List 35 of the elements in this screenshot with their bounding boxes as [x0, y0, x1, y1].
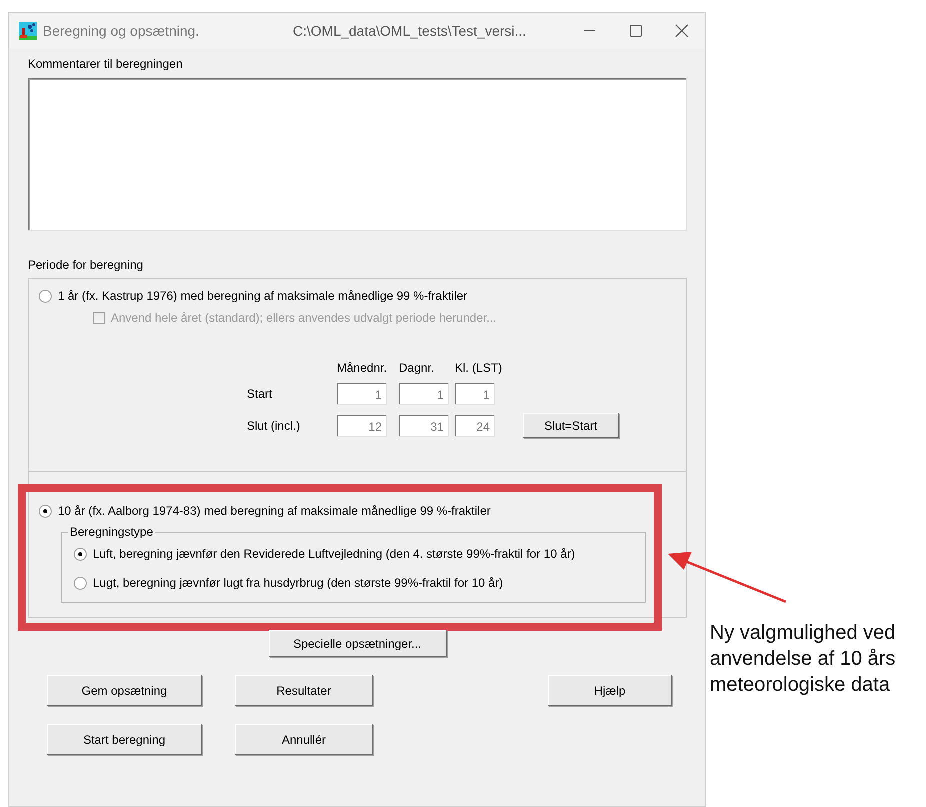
app-icon — [19, 22, 37, 40]
window-title: Beregning og opsætning. — [43, 23, 200, 39]
number-field[interactable]: 31 — [399, 414, 449, 436]
option-label: Lugt, beregning jævnfør lugt fra husdyrbrug (den største 99%-fraktil for 10 år) — [93, 576, 504, 590]
column-header: Dagnr. — [399, 361, 436, 375]
help-button[interactable]: Hjælp — [548, 675, 672, 706]
comments-field[interactable] — [28, 78, 687, 231]
column-header: Månednr. — [337, 361, 388, 375]
slut-start-button[interactable]: Slut=Start — [523, 413, 619, 438]
row-label: Slut (incl.) — [247, 418, 302, 432]
radio-button[interactable] — [74, 548, 87, 560]
radio-button[interactable] — [39, 290, 52, 302]
number-field[interactable]: 12 — [337, 414, 387, 436]
save-button[interactable]: Gem opsætning — [47, 675, 202, 706]
option-label: 1 år (fx. Kastrup 1976) med beregning af maksimale månedlige 99 %-fraktiler — [58, 289, 468, 303]
cancel-button[interactable]: Annullér — [235, 724, 373, 755]
number-field[interactable]: 1 — [399, 383, 449, 405]
row-label: Start — [247, 387, 274, 401]
start-button[interactable]: Start beregning — [47, 724, 202, 755]
number-field[interactable]: 1 — [455, 383, 495, 405]
group-label: Beregningstype — [68, 525, 156, 539]
checkbox-label: Anvend hele året (standard); ellers anvendes udvalgt periode herunder... — [111, 311, 497, 325]
radio-button[interactable] — [74, 576, 87, 590]
option-label: Luft, beregning jævnfør den Reviderede Luftvejledning (den 4. største 99%-fraktil for 10 år) — [93, 547, 576, 561]
number-field[interactable]: 1 — [337, 383, 387, 405]
file-path: C:\OML_data\OML_tests\Test_versi... — [293, 23, 528, 39]
number-field[interactable]: 24 — [455, 414, 495, 436]
annotation-text: Ny valgmulighed ved anvendelse af 10 års meteorologiske data — [710, 621, 897, 698]
option-label: 10 år (fx. Aalborg 1974-83) med beregning af maksimale månedlige 99 %-fraktiler — [58, 504, 491, 518]
results-button[interactable]: Resultater — [235, 675, 373, 706]
period-label: Periode for beregning — [28, 258, 144, 272]
comments-label: Kommentarer til beregningen — [28, 57, 184, 71]
column-header: Kl. (LST) — [455, 361, 504, 375]
special-settings-button[interactable]: Specielle opsætninger... — [268, 630, 446, 657]
radio-button[interactable] — [39, 504, 52, 518]
